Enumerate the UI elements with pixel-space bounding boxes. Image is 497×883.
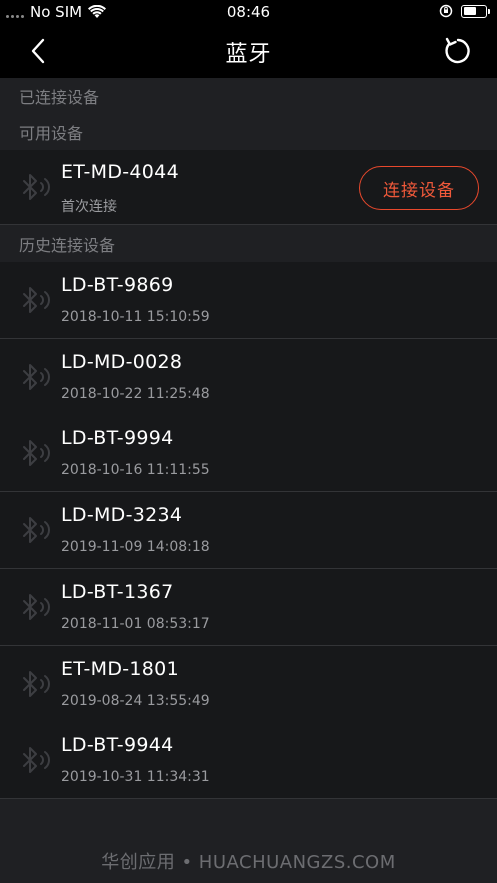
device-name: LD-BT-1367 bbox=[61, 581, 174, 603]
device-last-connected-time: 2018-10-16 11:11:55 bbox=[61, 462, 210, 478]
history-device-row[interactable]: LD-BT-9869 2018-10-11 15:10:59 bbox=[0, 262, 497, 339]
bluetooth-signal-icon bbox=[23, 364, 50, 390]
history-device-row[interactable]: LD-BT-9944 2019-10-31 11:34:31 bbox=[0, 722, 497, 799]
bluetooth-signal-icon bbox=[23, 671, 50, 697]
connect-device-button[interactable]: 连接设备 bbox=[359, 166, 479, 210]
bluetooth-signal-icon bbox=[23, 287, 50, 313]
bluetooth-signal-icon bbox=[23, 594, 50, 620]
device-name: LD-BT-9994 bbox=[61, 427, 174, 449]
device-name: LD-BT-9869 bbox=[61, 274, 174, 296]
device-last-connected-time: 2019-11-09 14:08:18 bbox=[61, 539, 210, 555]
status-time: 08:46 bbox=[226, 3, 271, 21]
device-last-connected-time: 2019-08-24 13:55:49 bbox=[61, 693, 210, 709]
history-device-row[interactable]: LD-BT-9994 2018-10-16 11:11:55 bbox=[0, 415, 497, 492]
device-name: LD-MD-3234 bbox=[61, 504, 183, 526]
bluetooth-signal-icon bbox=[23, 174, 50, 200]
device-name: ET-MD-1801 bbox=[61, 658, 179, 680]
device-name: ET-MD-4044 bbox=[61, 161, 179, 183]
page-title: 蓝牙 bbox=[225, 42, 272, 67]
history-device-row[interactable]: ET-MD-1801 2019-08-24 13:55:49 bbox=[0, 646, 497, 723]
status-bar: No SIM 08:46 bbox=[0, 0, 497, 24]
watermark: 华创应用 • HUACHUANGZS.COM bbox=[101, 852, 396, 873]
bluetooth-signal-icon bbox=[23, 440, 50, 466]
section-available-header: 可用设备 bbox=[0, 114, 497, 150]
status-right bbox=[439, 4, 490, 18]
bluetooth-signal-icon bbox=[23, 747, 50, 773]
history-device-row[interactable]: LD-MD-0028 2018-10-22 11:25:48 bbox=[0, 339, 497, 416]
orientation-lock-icon bbox=[439, 4, 453, 18]
device-last-connected-time: 2019-10-31 11:34:31 bbox=[61, 769, 210, 785]
history-device-row[interactable]: LD-BT-1367 2018-11-01 08:53:17 bbox=[0, 569, 497, 646]
bluetooth-signal-icon bbox=[23, 517, 50, 543]
battery-level bbox=[463, 7, 477, 15]
device-name: LD-BT-9944 bbox=[61, 734, 174, 756]
device-last-connected-time: 2018-11-01 08:53:17 bbox=[61, 616, 210, 632]
section-history-header: 历史连接设备 bbox=[0, 226, 497, 262]
device-subtitle: 首次连接 bbox=[61, 199, 117, 215]
nav-bar: 蓝牙 bbox=[0, 24, 497, 78]
device-last-connected-time: 2018-10-11 15:10:59 bbox=[61, 309, 210, 325]
device-name: LD-MD-0028 bbox=[61, 351, 183, 373]
available-device-row[interactable]: ET-MD-4044 首次连接 连接设备 bbox=[0, 150, 497, 225]
refresh-icon[interactable] bbox=[441, 34, 475, 68]
section-connected-header: 已连接设备 bbox=[0, 78, 497, 114]
history-device-row[interactable]: LD-MD-3234 2019-11-09 14:08:18 bbox=[0, 492, 497, 569]
device-last-connected-time: 2018-10-22 11:25:48 bbox=[61, 386, 210, 402]
battery-icon bbox=[461, 4, 490, 18]
